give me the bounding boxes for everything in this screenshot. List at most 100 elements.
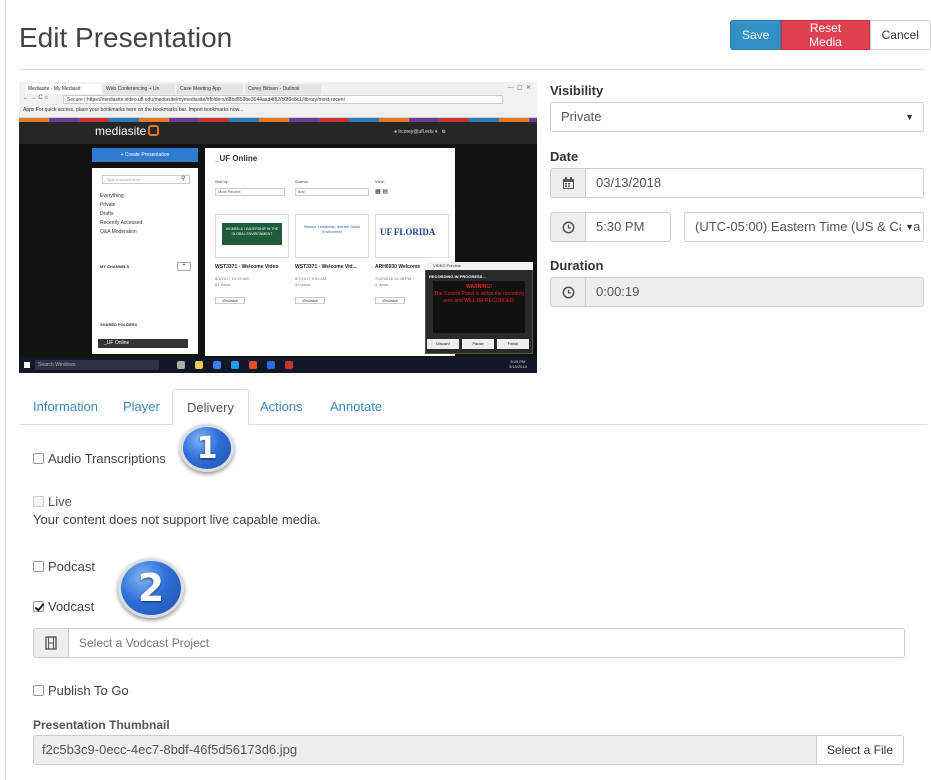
checkbox-label: Audio Transcriptions: [48, 451, 166, 466]
tab-delivery[interactable]: Delivery: [172, 389, 249, 426]
checkbox-box[interactable]: [33, 561, 44, 572]
source-label: Source:: [295, 179, 309, 184]
visibility-label: Visibility: [550, 83, 604, 98]
side-item: Drafts: [100, 211, 114, 217]
mediasite-side-list: Everything Private Drafts Recently Acces…: [100, 192, 142, 237]
thumb-caption: WST3371 - Welcome Vid...: [295, 264, 357, 270]
sort-select: Most Recent: [215, 188, 285, 196]
logo-text: mediasite: [95, 124, 147, 138]
active-folder: _UF Online: [98, 339, 188, 348]
mediasite-search: Type a search term: [102, 175, 190, 184]
thumb-art: Women, Leadership, and the Global Enviro…: [304, 225, 360, 234]
viewable-badge: Viewable: [375, 297, 405, 304]
recorder-finish: Finish: [497, 339, 529, 349]
thumb-art: WOMEN & LEADERSHIP IN THE GLOBAL ENVIRON…: [222, 223, 282, 245]
shared-folders-label: SHARED FOLDERS: [100, 322, 138, 327]
audio-transcriptions-checkbox[interactable]: Audio Transcriptions: [33, 451, 166, 466]
checkbox-label: Live: [48, 494, 72, 509]
taskbar-app-icon: [213, 361, 221, 369]
step-marker-1: 1: [180, 424, 234, 472]
side-item: Private: [100, 202, 116, 208]
thumb-meta: 8/1/2017 10:15 AM 61 views: [215, 276, 249, 288]
action-button-group: Save Reset Media Cancel: [730, 20, 931, 50]
chevron-down-icon: ▼: [901, 213, 914, 241]
timezone-value: (UTC-05:00) Eastern Time (US & Cana: [695, 219, 921, 234]
taskbar-app-icon: [285, 361, 293, 369]
cancel-button[interactable]: Cancel: [869, 20, 931, 50]
video-thumb: UF FLORIDA: [375, 214, 449, 258]
visibility-select[interactable]: Private ▼: [550, 102, 924, 132]
taskbar-app-icon: [177, 361, 185, 369]
checkbox-box[interactable]: [33, 685, 44, 696]
thumb-meta: 8/7/2017 9:51 AM 33 views: [295, 276, 326, 288]
clock-icon[interactable]: [550, 212, 586, 242]
view-toggle-icons: ▦ ▤: [375, 189, 389, 195]
recorder-discard: Discard: [427, 339, 459, 349]
reset-media-button[interactable]: Reset Media: [781, 20, 870, 50]
taskbar-app-icon: [195, 361, 203, 369]
recorder-titlebar: VIDEO Preview: [425, 262, 533, 270]
vodcast-checkbox[interactable]: Vodcast: [33, 599, 94, 614]
sort-label: Sort by:: [215, 179, 229, 184]
clock-icon: [550, 277, 586, 307]
taskbar-app-icon: [231, 361, 239, 369]
chevron-down-icon: ▼: [905, 112, 914, 122]
video-thumb: Women, Leadership, and the Global Enviro…: [295, 214, 369, 258]
recorder-heading: RECORDING IN PROGRESS...: [429, 274, 486, 279]
thumb-caption: ARH6930 Welcome: [375, 264, 421, 270]
checkbox-label: Podcast: [48, 559, 95, 574]
live-note: Your content does not support live capab…: [33, 512, 321, 527]
side-item: Everything: [100, 193, 124, 199]
duration-field: 0:00:19: [585, 277, 924, 307]
side-item: Recently Accessed: [100, 220, 143, 226]
recorder-pause: Pause: [462, 339, 494, 349]
tab-annotate[interactable]: Annotate: [316, 389, 396, 425]
date-input[interactable]: 03/13/2018: [585, 168, 924, 198]
timezone-select[interactable]: (UTC-05:00) Eastern Time (US & Cana ▼: [684, 212, 924, 242]
checkbox-label: Publish To Go: [48, 683, 129, 698]
source-select: Any: [295, 188, 369, 196]
time-input[interactable]: 5:30 PM: [585, 212, 671, 242]
recorder-warning-box: WARNING! The Control Panel is within the…: [433, 281, 525, 333]
viewable-badge: Viewable: [295, 297, 325, 304]
publish-to-go-checkbox[interactable]: Publish To Go: [33, 683, 129, 698]
podcast-checkbox[interactable]: Podcast: [33, 559, 95, 574]
create-presentation-button: + Create Presentation: [92, 148, 198, 162]
thumb-art: UF FLORIDA: [380, 227, 436, 237]
windows-logo-icon: [24, 362, 30, 368]
recorder-message: The Control Panel is within the recordin…: [433, 291, 525, 304]
calendar-icon[interactable]: [550, 168, 586, 198]
save-button[interactable]: Save: [730, 20, 782, 50]
thumbnail-filename: f2c5b3c9-0ecc-4ec7-8bdf-46f5d56173d6.jpg: [33, 735, 817, 765]
thumb-views: 4 views: [375, 282, 389, 287]
folder-title: _UF Online: [215, 154, 258, 163]
thumb-caption: WST3371 - Welcome Video: [215, 264, 279, 270]
my-channels-label: MY CHANNELS: [100, 264, 130, 269]
plus-icon: +: [177, 262, 191, 271]
checkbox-box[interactable]: [33, 601, 44, 612]
date-label: Date: [550, 149, 579, 164]
viewable-badge: Viewable: [215, 297, 245, 304]
taskbar-search: Search Windows: [35, 360, 159, 370]
thumbnail-label: Presentation Thumbnail: [33, 718, 170, 732]
taskbar-clock: 5:29 PM 3/13/2018: [509, 359, 527, 369]
title-divider: [19, 69, 924, 70]
page-title: Edit Presentation: [19, 22, 233, 53]
checkbox-box[interactable]: [33, 453, 44, 464]
select-file-button[interactable]: Select a File: [816, 735, 904, 765]
recorder-warning: WARNING!: [466, 284, 492, 290]
visibility-value: Private: [561, 109, 602, 124]
left-border: [5, 0, 6, 780]
tab-actions[interactable]: Actions: [246, 389, 317, 425]
tab-information[interactable]: Information: [19, 389, 112, 425]
search-icon: ⚲: [181, 176, 186, 182]
mediasite-logo: mediasite: [95, 124, 160, 138]
vodcast-project-input[interactable]: [68, 628, 905, 658]
film-icon: [33, 628, 69, 658]
taskbar-app-icon: [249, 361, 257, 369]
thumb-meta: 7/22/2016 12:38 PM 4 views: [375, 276, 411, 288]
tab-player[interactable]: Player: [109, 389, 174, 425]
thumb-views: 61 views: [215, 282, 231, 287]
live-checkbox: Live: [33, 494, 72, 509]
user-email: lrcorey@ufl.edu: [398, 129, 434, 135]
